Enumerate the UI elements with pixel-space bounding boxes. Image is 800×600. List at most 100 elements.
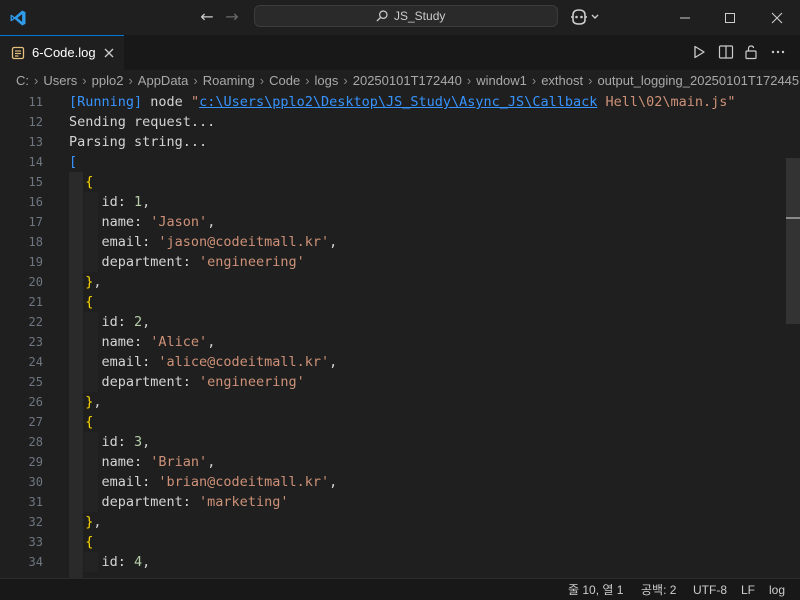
line-number: 14 (28, 155, 43, 169)
code-line[interactable]: 17 name: 'Jason', (0, 212, 786, 232)
line-number: 13 (28, 135, 43, 149)
line-number: 29 (28, 455, 43, 469)
breadcrumb-item[interactable]: output_logging_20250101T172445 (597, 73, 799, 88)
breadcrumb-item[interactable]: exthost (541, 73, 583, 88)
search-icon (376, 10, 388, 22)
minimize-button[interactable] (662, 0, 708, 35)
close-icon[interactable] (103, 47, 115, 59)
line-number: 25 (28, 375, 43, 389)
code-text: name: 'Brian', (69, 454, 216, 470)
code-line[interactable]: 11 [Running] node "c:\Users\pplo2\Desktop… (0, 92, 786, 112)
copilot-button[interactable] (570, 8, 602, 26)
unlock-icon[interactable] (743, 44, 759, 60)
tab-6-code-log[interactable]: 6-Code.log (0, 35, 124, 70)
code-text: { (85, 414, 94, 430)
chevron-right-icon: › (193, 73, 198, 88)
editor-content[interactable]: 11 [Running] node "c:\Users\pplo2\Desktop… (0, 92, 786, 578)
vscode-logo-icon[interactable] (9, 9, 27, 27)
command-center-search[interactable]: JS_Study (254, 5, 558, 27)
more-actions-icon[interactable] (770, 44, 786, 60)
cursor-position[interactable]: 줄 10, 열 1 (568, 582, 623, 598)
breadcrumb-item[interactable]: pplo2 (92, 73, 124, 88)
code-line[interactable]: 29 name: 'Brian', (0, 452, 786, 472)
line-number: 26 (28, 395, 43, 409)
close-icon (771, 12, 783, 23)
breadcrumb-item[interactable]: window1 (476, 73, 527, 88)
line-number: 12 (28, 115, 43, 129)
editor-tab-bar: 6-Code.log (0, 35, 800, 70)
code-line[interactable]: 26 }, (0, 392, 786, 412)
code-line[interactable]: 30 email: 'brian@codeitmall.kr', (0, 472, 786, 492)
code-text: Sending request... (69, 114, 216, 130)
breadcrumb: C: › Users › pplo2 › AppData › Roaming › Code › logs… (0, 70, 800, 92)
breadcrumb-item[interactable]: AppData (138, 73, 189, 88)
code-line[interactable]: 18 email: 'jason@codeitmall.kr', (0, 232, 786, 252)
code-text: name: 'Jason', (69, 214, 216, 230)
breadcrumb-item[interactable]: Roaming (203, 73, 255, 88)
chevron-right-icon: › (34, 73, 39, 88)
split-editor-icon[interactable] (718, 44, 734, 60)
breadcrumb-item[interactable]: C: (16, 73, 29, 88)
breadcrumb-item[interactable]: Code (269, 73, 300, 88)
chevron-right-icon: › (466, 73, 472, 88)
code-line[interactable]: 23 name: 'Alice', (0, 332, 786, 352)
encoding[interactable]: UTF-8 (693, 582, 727, 598)
code-text: email: 'jason@codeitmall.kr', (69, 234, 338, 250)
code-line[interactable]: 25 department: 'engineering' (0, 372, 786, 392)
code-text: }, (85, 274, 102, 290)
code-line[interactable]: 19 department: 'engineering' (0, 252, 786, 272)
code-text: [ (69, 154, 78, 170)
code-text: department: 'engineering' (69, 254, 305, 270)
code-line[interactable]: 22 id: 2, (0, 312, 786, 332)
vertical-scrollbar[interactable] (786, 92, 800, 578)
line-number: 16 (28, 195, 43, 209)
code-line[interactable]: 24 email: 'alice@codeitmall.kr', (0, 352, 786, 372)
end-of-line[interactable]: LF (741, 582, 755, 598)
maximize-button[interactable] (707, 0, 753, 35)
language-mode[interactable]: log (769, 582, 785, 598)
code-line[interactable]: 15 { (0, 172, 786, 192)
minimize-icon (680, 17, 690, 18)
chevron-right-icon: › (82, 73, 87, 88)
arrow-left-icon: ← (200, 7, 214, 26)
code-line[interactable]: 32 }, (0, 512, 786, 532)
forward-button[interactable]: → (224, 8, 240, 26)
line-number: 19 (28, 255, 43, 269)
code-line[interactable]: 27 { (0, 412, 786, 432)
code-text: id: 1, (69, 194, 151, 210)
indentation[interactable]: 공백: 2 (641, 582, 676, 598)
scrollbar-cursor-marker (786, 217, 800, 219)
code-line[interactable]: 13 Parsing string... (0, 132, 786, 152)
code-text: id: 4, (69, 554, 151, 570)
chevron-down-icon (591, 14, 599, 19)
scrollbar-thumb[interactable] (786, 158, 800, 324)
close-window-button[interactable] (754, 0, 800, 35)
code-text: }, (85, 514, 102, 530)
back-button[interactable]: ← (199, 8, 215, 26)
line-number: 30 (28, 475, 43, 489)
code-line[interactable]: 34 id: 4, (0, 552, 786, 572)
code-text: id: 3, (69, 434, 151, 450)
breadcrumb-item[interactable]: logs (315, 73, 339, 88)
code-line[interactable]: 16 id: 1, (0, 192, 786, 212)
code-line[interactable]: 31 department: 'marketing' (0, 492, 786, 512)
code-text: [Running] node "c:\Users\pplo2\Desktop\J… (69, 94, 736, 110)
code-line[interactable]: 28 id: 3, (0, 432, 786, 452)
line-number: 32 (28, 515, 43, 529)
code-text: email: 'alice@codeitmall.kr', (69, 354, 338, 370)
code-text: { (85, 534, 94, 550)
code-line[interactable]: 12 Sending request... (0, 112, 786, 132)
code-line[interactable]: 14 [ (0, 152, 786, 172)
code-line[interactable]: 21 { (0, 292, 786, 312)
arrow-right-icon: → (225, 7, 239, 26)
breadcrumb-item[interactable]: Users (43, 73, 77, 88)
code-line[interactable]: 33 { (0, 532, 786, 552)
code-text: { (85, 294, 94, 310)
run-icon[interactable] (691, 44, 707, 60)
search-text: JS_Study (394, 9, 446, 23)
line-number: 11 (28, 95, 43, 109)
breadcrumb-item[interactable]: 20250101T172440 (353, 73, 462, 88)
code-line[interactable]: 20 }, (0, 272, 786, 292)
line-number: 27 (28, 415, 43, 429)
code-text: Parsing string... (69, 134, 208, 150)
